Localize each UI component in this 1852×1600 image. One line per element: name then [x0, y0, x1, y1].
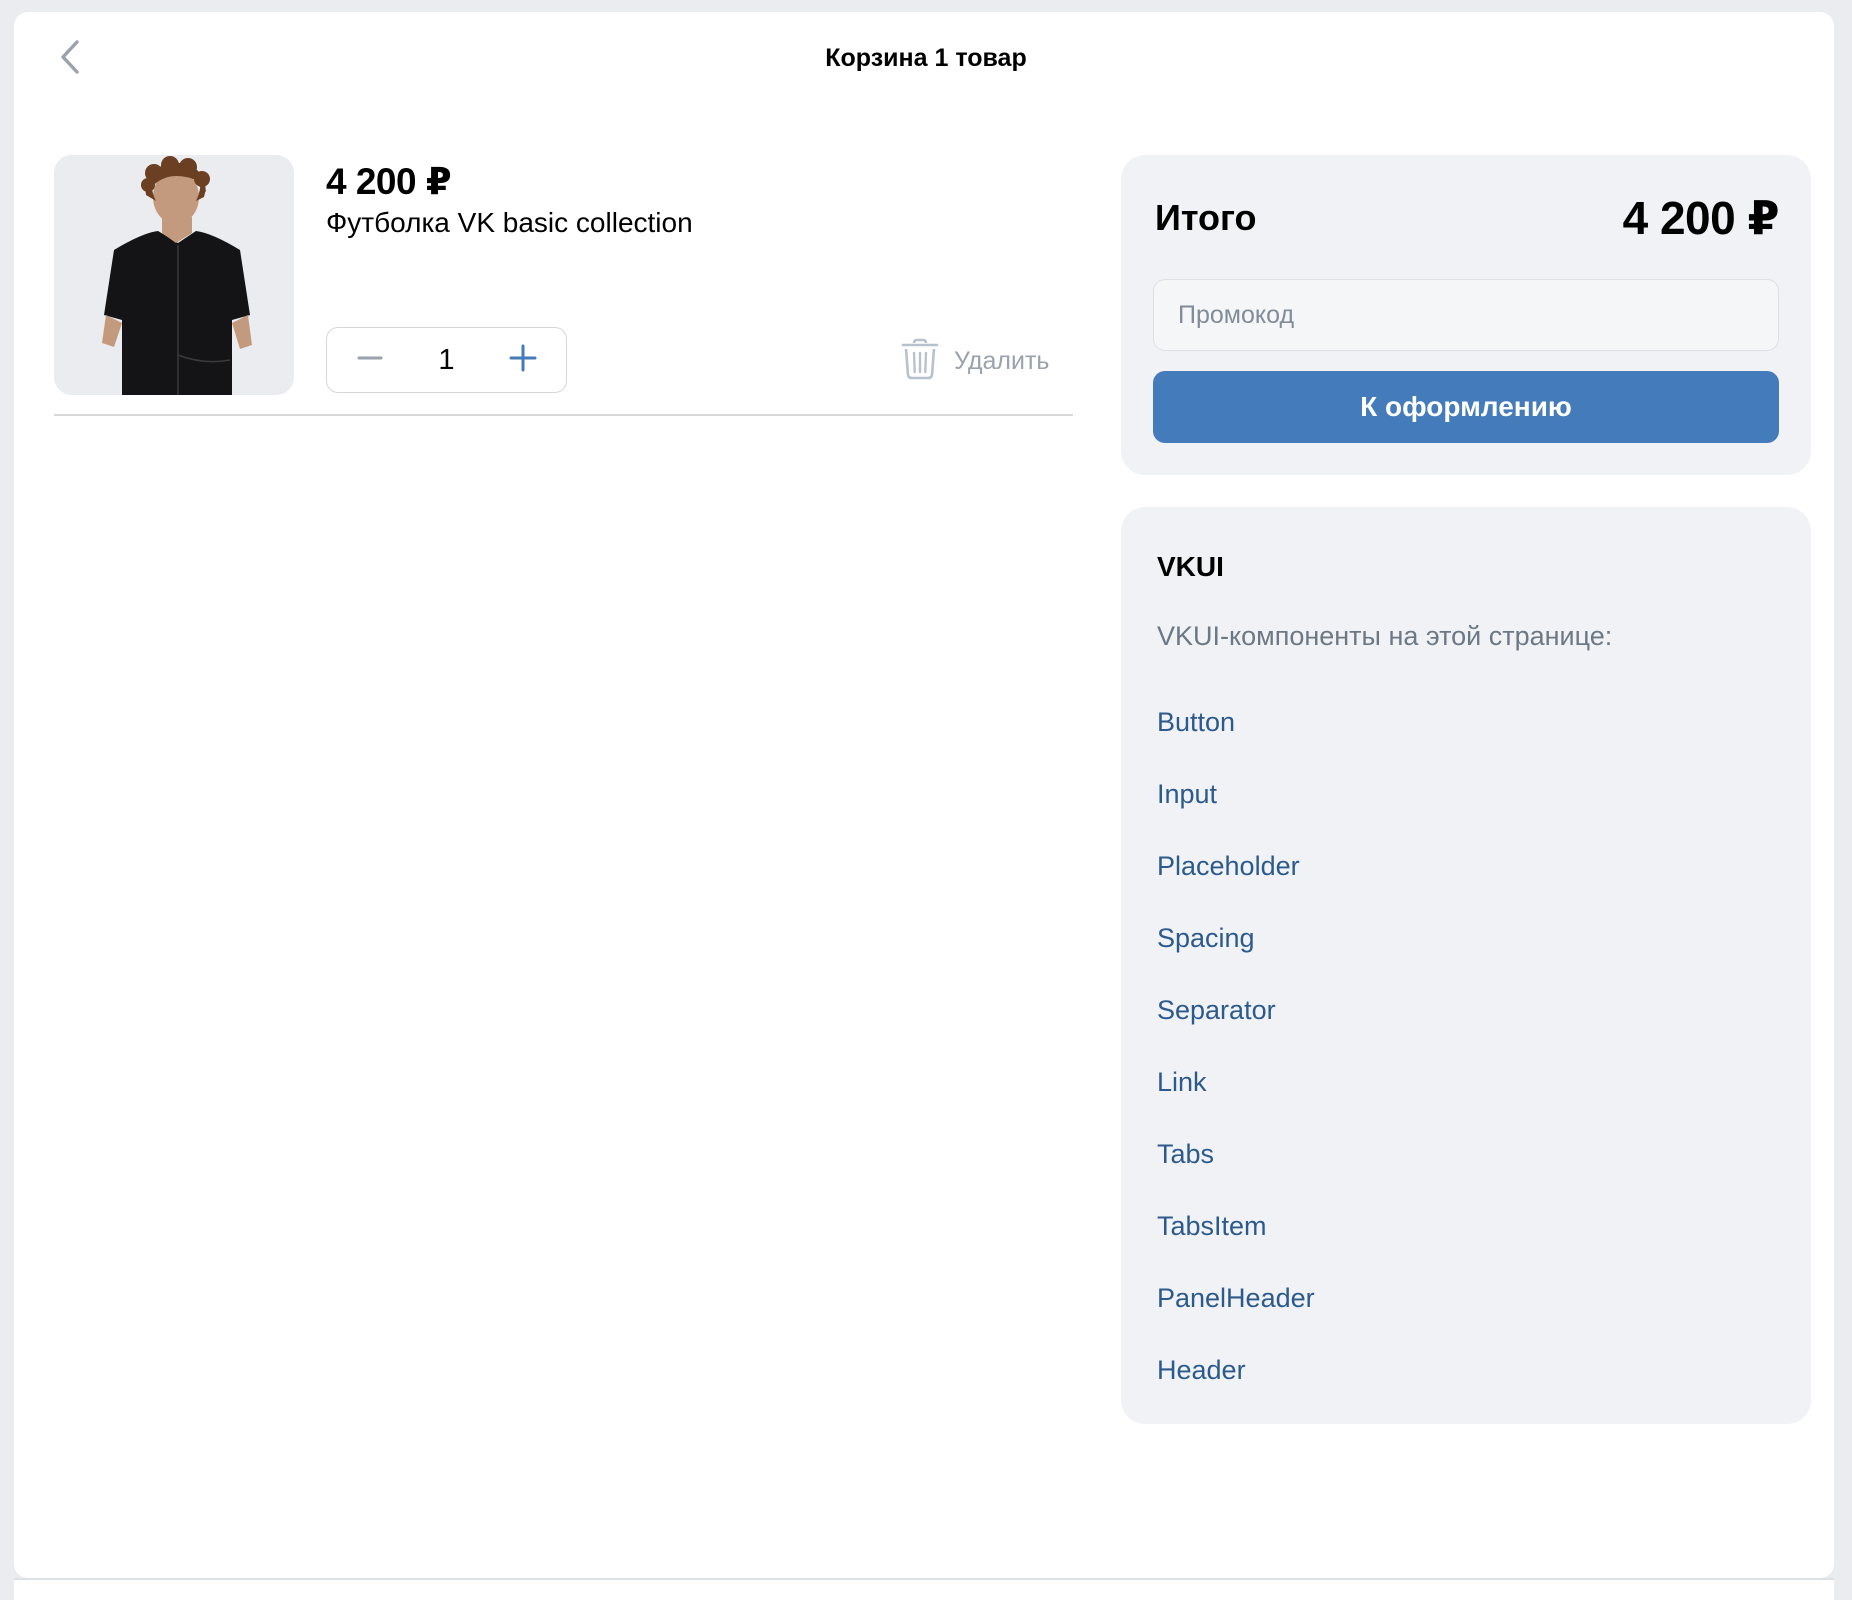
list-item: Separator — [1157, 974, 1315, 1046]
list-item: Tabs — [1157, 1118, 1315, 1190]
vkui-link-separator[interactable]: Separator — [1157, 995, 1276, 1026]
vkui-link-tabsitem[interactable]: TabsItem — [1157, 1211, 1267, 1242]
bottom-strip — [14, 1580, 1834, 1600]
vkui-link-spacing[interactable]: Spacing — [1157, 923, 1255, 954]
list-item: TabsItem — [1157, 1190, 1315, 1262]
list-item: Input — [1157, 758, 1315, 830]
plus-icon — [509, 344, 537, 377]
vkui-link-header[interactable]: Header — [1157, 1355, 1246, 1386]
decrease-quantity-button[interactable] — [327, 329, 413, 391]
vkui-card: VKUI VKUI-компоненты на этой странице: B… — [1121, 507, 1811, 1424]
list-item: PanelHeader — [1157, 1262, 1315, 1334]
vkui-link-button[interactable]: Button — [1157, 707, 1235, 738]
quantity-stepper: 1 — [326, 327, 567, 393]
list-item: Button — [1157, 686, 1315, 758]
list-item: Spacing — [1157, 902, 1315, 974]
summary-card: Итого 4 200 ₽ К оформлению — [1121, 155, 1811, 475]
vkui-link-placeholder[interactable]: Placeholder — [1157, 851, 1300, 882]
vkui-link-link[interactable]: Link — [1157, 1067, 1207, 1098]
quantity-value: 1 — [438, 343, 455, 376]
vkui-component-list: Button Input Placeholder Spacing Separat… — [1157, 686, 1315, 1406]
page-title: Корзина 1 товар — [825, 44, 1027, 72]
product-separator — [54, 414, 1073, 416]
checkout-button[interactable]: К оформлению — [1153, 371, 1779, 443]
promo-code-input[interactable] — [1153, 279, 1779, 351]
vkui-link-panelheader[interactable]: PanelHeader — [1157, 1283, 1315, 1314]
delete-button[interactable]: Удалить — [900, 337, 1049, 385]
vkui-link-input[interactable]: Input — [1157, 779, 1217, 810]
total-label: Итого — [1155, 197, 1257, 238]
product-price: 4 200 ₽ — [326, 161, 452, 202]
vkui-title: VKUI — [1157, 551, 1224, 582]
delete-label: Удалить — [954, 346, 1050, 375]
vkui-subtitle: VKUI-компоненты на этой странице: — [1157, 621, 1613, 651]
list-item: Link — [1157, 1046, 1315, 1118]
trash-icon — [900, 337, 940, 386]
product-name: Футболка VK basic collection — [326, 207, 693, 238]
vkui-link-tabs[interactable]: Tabs — [1157, 1139, 1214, 1170]
total-value: 4 200 ₽ — [1622, 192, 1780, 244]
list-item: Header — [1157, 1334, 1315, 1406]
minus-icon — [357, 345, 383, 376]
increase-quantity-button[interactable] — [480, 329, 566, 391]
product-image — [54, 155, 294, 395]
list-item: Placeholder — [1157, 830, 1315, 902]
